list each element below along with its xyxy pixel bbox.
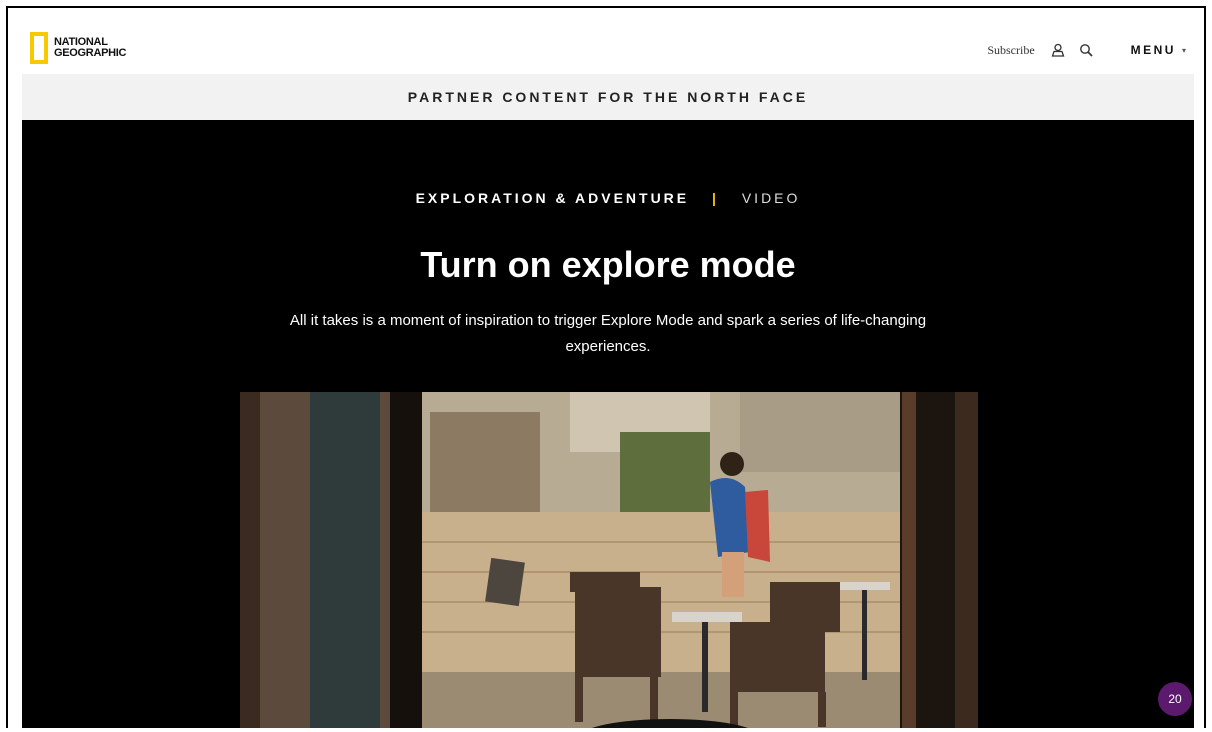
menu-button[interactable]: MENU ▾ — [1131, 43, 1186, 57]
notification-badge[interactable]: 20 — [1158, 682, 1192, 716]
hero-section: EXPLORATION & ADVENTURE | VIDEO Turn on … — [22, 120, 1194, 728]
search-icon[interactable] — [1077, 41, 1095, 59]
user-icon[interactable] — [1049, 41, 1067, 59]
video-player[interactable] — [240, 392, 978, 728]
logo-line-2: GEOGRAPHIC — [54, 47, 127, 59]
partner-content-banner[interactable]: PARTNER CONTENT FOR THE NORTH FACE — [22, 74, 1194, 120]
header-actions: Subscribe MENU ▾ — [987, 41, 1186, 59]
chevron-down-icon: ▾ — [1181, 45, 1186, 55]
logo-text: NATIONAL GEOGRAPHIC — [54, 37, 126, 59]
page-frame: NATIONAL GEOGRAPHIC Subscribe MENU ▾ PAR… — [6, 6, 1206, 728]
hero-description: All it takes is a moment of inspiration … — [289, 312, 927, 355]
logo-yellow-border-icon — [30, 32, 48, 64]
kicker-separator: | — [712, 190, 719, 206]
video-thumbnail — [240, 392, 978, 728]
category-link[interactable]: EXPLORATION & ADVENTURE — [416, 190, 690, 206]
natgeo-logo[interactable]: NATIONAL GEOGRAPHIC — [30, 32, 126, 64]
content-type-label: VIDEO — [741, 190, 801, 206]
page-title: Turn on explore mode — [420, 244, 796, 285]
subscribe-link[interactable]: Subscribe — [987, 43, 1034, 58]
hero-kicker: EXPLORATION & ADVENTURE | VIDEO — [22, 190, 1194, 206]
menu-label: MENU — [1130, 43, 1176, 57]
site-header: NATIONAL GEOGRAPHIC Subscribe MENU ▾ — [8, 8, 1204, 76]
